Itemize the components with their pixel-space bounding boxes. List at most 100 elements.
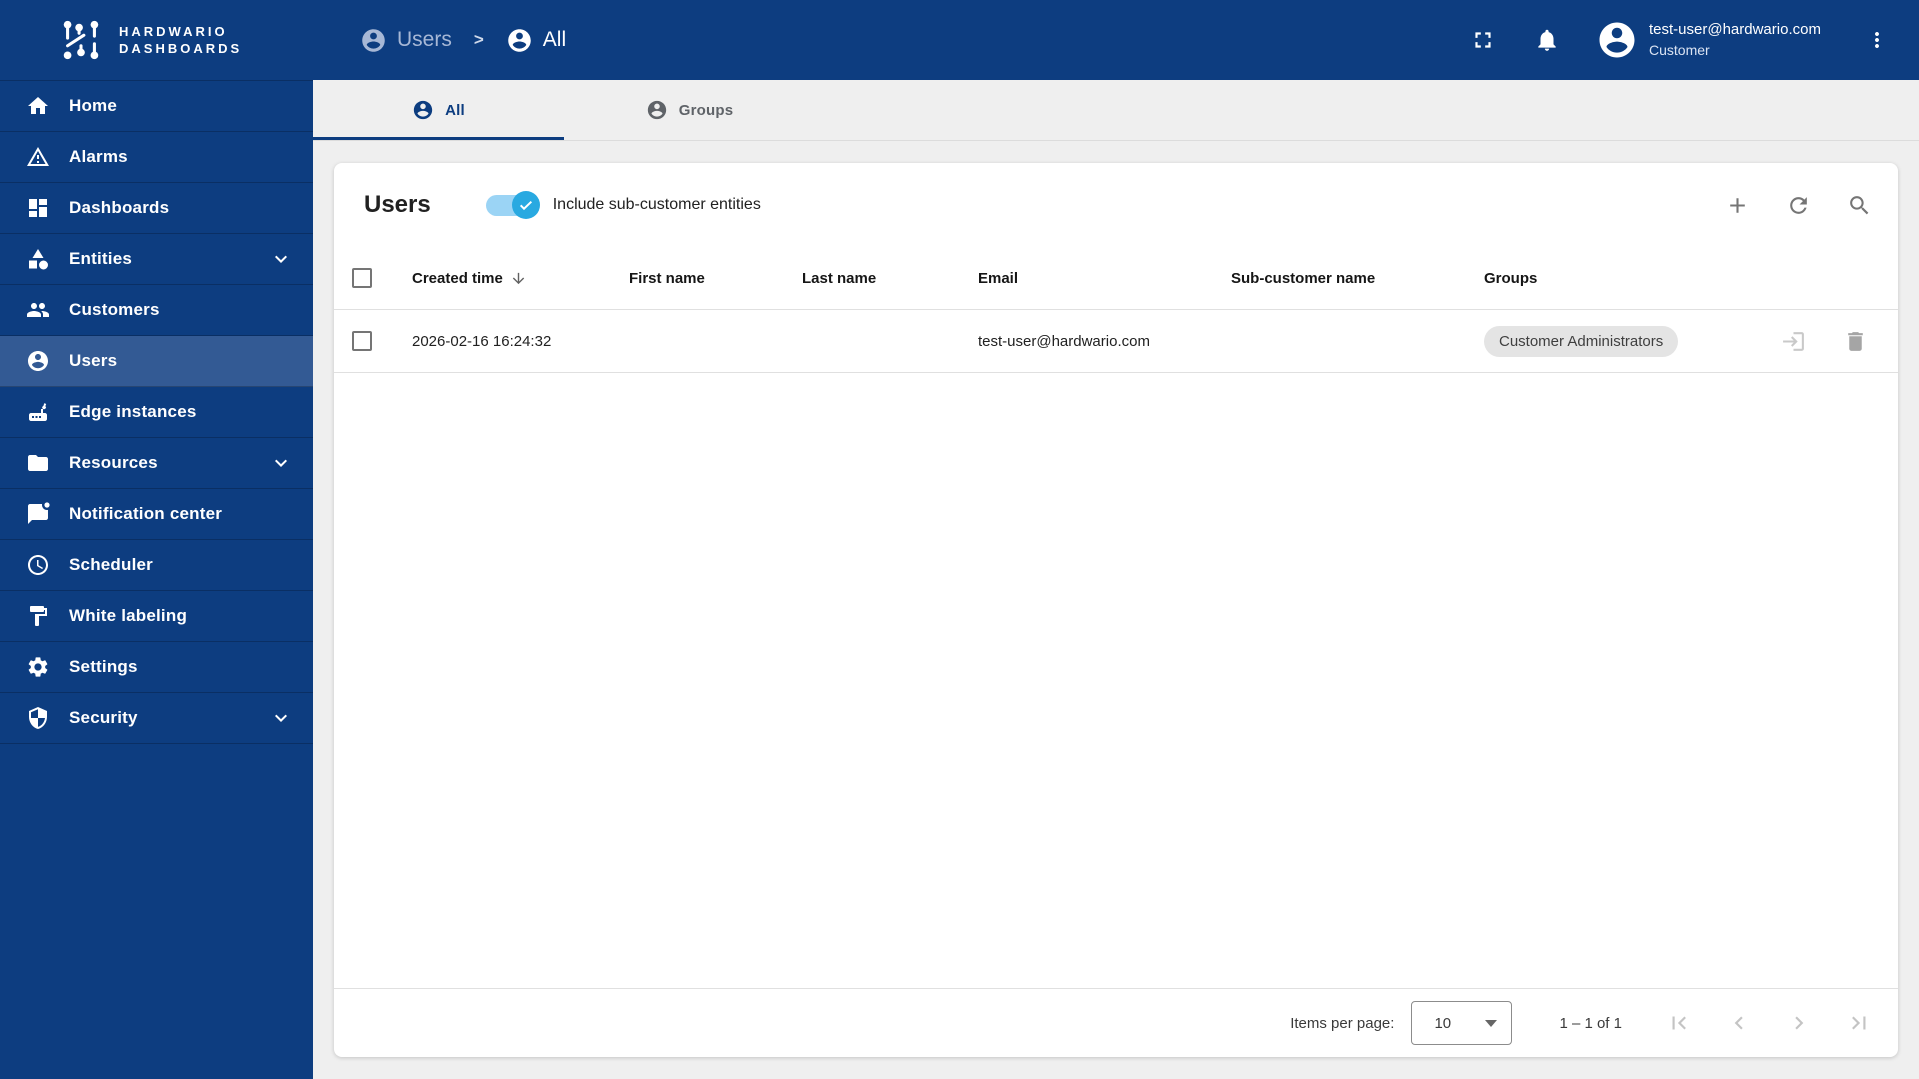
column-header-first-name[interactable]: First name <box>629 270 802 287</box>
login-as-user-button[interactable] <box>1781 329 1806 354</box>
user-avatar[interactable] <box>1596 19 1638 61</box>
chevron-down-icon <box>275 459 287 467</box>
toggle-label: Include sub-customer entities <box>552 196 761 213</box>
page-size-value: 10 <box>1434 1014 1452 1032</box>
select-all-checkbox[interactable] <box>352 268 372 288</box>
sort-descending-arrow-icon <box>512 272 525 284</box>
hardwario-logo-icon <box>63 20 99 60</box>
people-icon <box>27 303 49 317</box>
previous-page-button[interactable] <box>1726 1010 1752 1036</box>
breadcrumb-current: All <box>506 27 566 54</box>
notifications-button[interactable] <box>1534 27 1560 53</box>
sidebar-item-label: Security <box>69 708 138 727</box>
column-header-created-time[interactable]: Created time <box>412 270 629 287</box>
first-page-button[interactable] <box>1666 1010 1692 1036</box>
sidebar-item-settings[interactable]: Settings <box>0 642 313 693</box>
sidebar-item-customers[interactable]: Customers <box>0 285 313 336</box>
search-button[interactable] <box>1847 193 1872 218</box>
sidebar-item-security[interactable]: Security <box>0 693 313 744</box>
category-shapes-icon <box>29 249 48 270</box>
sidebar-item-entities[interactable]: Entities <box>0 234 313 285</box>
dropdown-caret-icon <box>1485 1019 1498 1027</box>
column-header-email[interactable]: Email <box>978 270 1231 287</box>
table-header-row: Created time First name Last name Email … <box>334 247 1898 310</box>
column-header-label: Groups <box>1484 269 1538 287</box>
next-page-icon <box>1795 1016 1804 1030</box>
pagination-bar: Items per page: 10 1 – 1 of 1 <box>334 988 1898 1057</box>
more-vertical-icon <box>1875 32 1879 48</box>
account-circle-icon <box>647 100 666 120</box>
last-page-button[interactable] <box>1846 1010 1872 1036</box>
sidebar-item-users[interactable]: Users <box>0 336 313 387</box>
first-page-icon <box>1672 1016 1686 1030</box>
top-bar: HARDWARIO DASHBOARDS Users > All test-us… <box>0 0 1919 80</box>
sidebar-item-alarms[interactable]: Alarms <box>0 132 313 183</box>
cell-created-time: 2026-02-16 16:24:32 <box>412 332 552 350</box>
sidebar-item-label: Users <box>69 351 118 370</box>
logo-text: HARDWARIO DASHBOARDS <box>119 23 242 57</box>
column-header-sub-customer-name[interactable]: Sub-customer name <box>1231 270 1484 287</box>
main-content: All Groups Users Include sub-customer en <box>313 80 1919 1079</box>
tab-groups-label: Groups <box>678 101 734 119</box>
fullscreen-button[interactable] <box>1470 27 1496 53</box>
tab-groups[interactable]: Groups <box>564 80 815 140</box>
delete-user-button[interactable] <box>1843 329 1868 354</box>
breadcrumb-separator: > <box>473 30 484 49</box>
warning-triangle-icon <box>27 147 49 166</box>
sidebar-item-scheduler[interactable]: Scheduler <box>0 540 313 591</box>
user-email: test-user@hardwario.com <box>1649 21 1821 38</box>
user-info: test-user@hardwario.com Customer <box>1649 20 1839 60</box>
sidebar-item-label: Customers <box>69 300 160 319</box>
table-row[interactable]: 2026-02-16 16:24:32 test-user@hardwario.… <box>334 310 1898 373</box>
items-per-page-label: Items per page: <box>1290 1014 1395 1032</box>
chevron-down-icon <box>275 714 287 722</box>
users-card: Users Include sub-customer entities Crea… <box>334 163 1898 1057</box>
include-sub-customer-toggle[interactable]: Include sub-customer entities <box>485 191 761 219</box>
cell-groups: Customer Administrators <box>1484 325 1734 357</box>
column-header-last-name[interactable]: Last name <box>802 270 978 287</box>
account-circle-icon <box>508 28 531 52</box>
sidebar-item-label: Notification center <box>69 504 223 523</box>
breadcrumb-parent-label: Users <box>397 28 452 51</box>
sidebar-item-dashboards[interactable]: Dashboards <box>0 183 313 234</box>
refresh-icon <box>1790 196 1807 214</box>
sidebar-item-resources[interactable]: Resources <box>0 438 313 489</box>
account-circle-icon <box>362 28 385 52</box>
search-icon <box>1850 195 1869 214</box>
toggle-switch[interactable] <box>485 191 540 219</box>
delete-trash-icon <box>1848 331 1863 351</box>
row-checkbox[interactable] <box>352 331 372 351</box>
user-menu-button[interactable] <box>1865 28 1889 52</box>
shield-icon <box>29 707 47 729</box>
chevron-down-icon <box>275 255 287 263</box>
logo[interactable]: HARDWARIO DASHBOARDS <box>0 17 313 63</box>
sidebar-item-label: Dashboards <box>69 198 170 217</box>
sidebar-item-notification-center[interactable]: Notification center <box>0 489 313 540</box>
pagination-range: 1 – 1 of 1 <box>1559 1014 1622 1032</box>
notifications-bell-icon <box>1538 29 1556 51</box>
column-header-groups[interactable]: Groups <box>1484 270 1734 287</box>
sidebar-item-label: White labeling <box>69 606 188 625</box>
column-header-label: Created time <box>412 269 503 287</box>
user-role: Customer <box>1649 42 1710 58</box>
home-icon <box>28 97 48 114</box>
sidebar-item-label: Settings <box>69 657 138 676</box>
sidebar-item-white-labeling[interactable]: White labeling <box>0 591 313 642</box>
dashboard-grid-icon <box>29 199 47 217</box>
sidebar-item-home[interactable]: Home <box>0 81 313 132</box>
column-header-label: Sub-customer name <box>1231 269 1376 287</box>
tab-all-label: All <box>445 101 465 119</box>
pagination-controls <box>1666 1010 1872 1036</box>
folder-icon <box>28 455 48 471</box>
next-page-button[interactable] <box>1786 1010 1812 1036</box>
group-chip[interactable]: Customer Administrators <box>1484 325 1679 357</box>
sidebar-item-edge-instances[interactable]: Edge instances <box>0 387 313 438</box>
add-user-button[interactable] <box>1725 193 1750 218</box>
logo-line2: DASHBOARDS <box>119 41 243 56</box>
tab-all[interactable]: All <box>313 80 564 140</box>
router-icon <box>29 403 47 421</box>
page-size-select[interactable]: 10 <box>1411 1001 1513 1045</box>
refresh-button[interactable] <box>1786 193 1811 218</box>
breadcrumb-users-link[interactable]: Users <box>360 27 452 54</box>
previous-page-icon <box>1734 1016 1743 1030</box>
